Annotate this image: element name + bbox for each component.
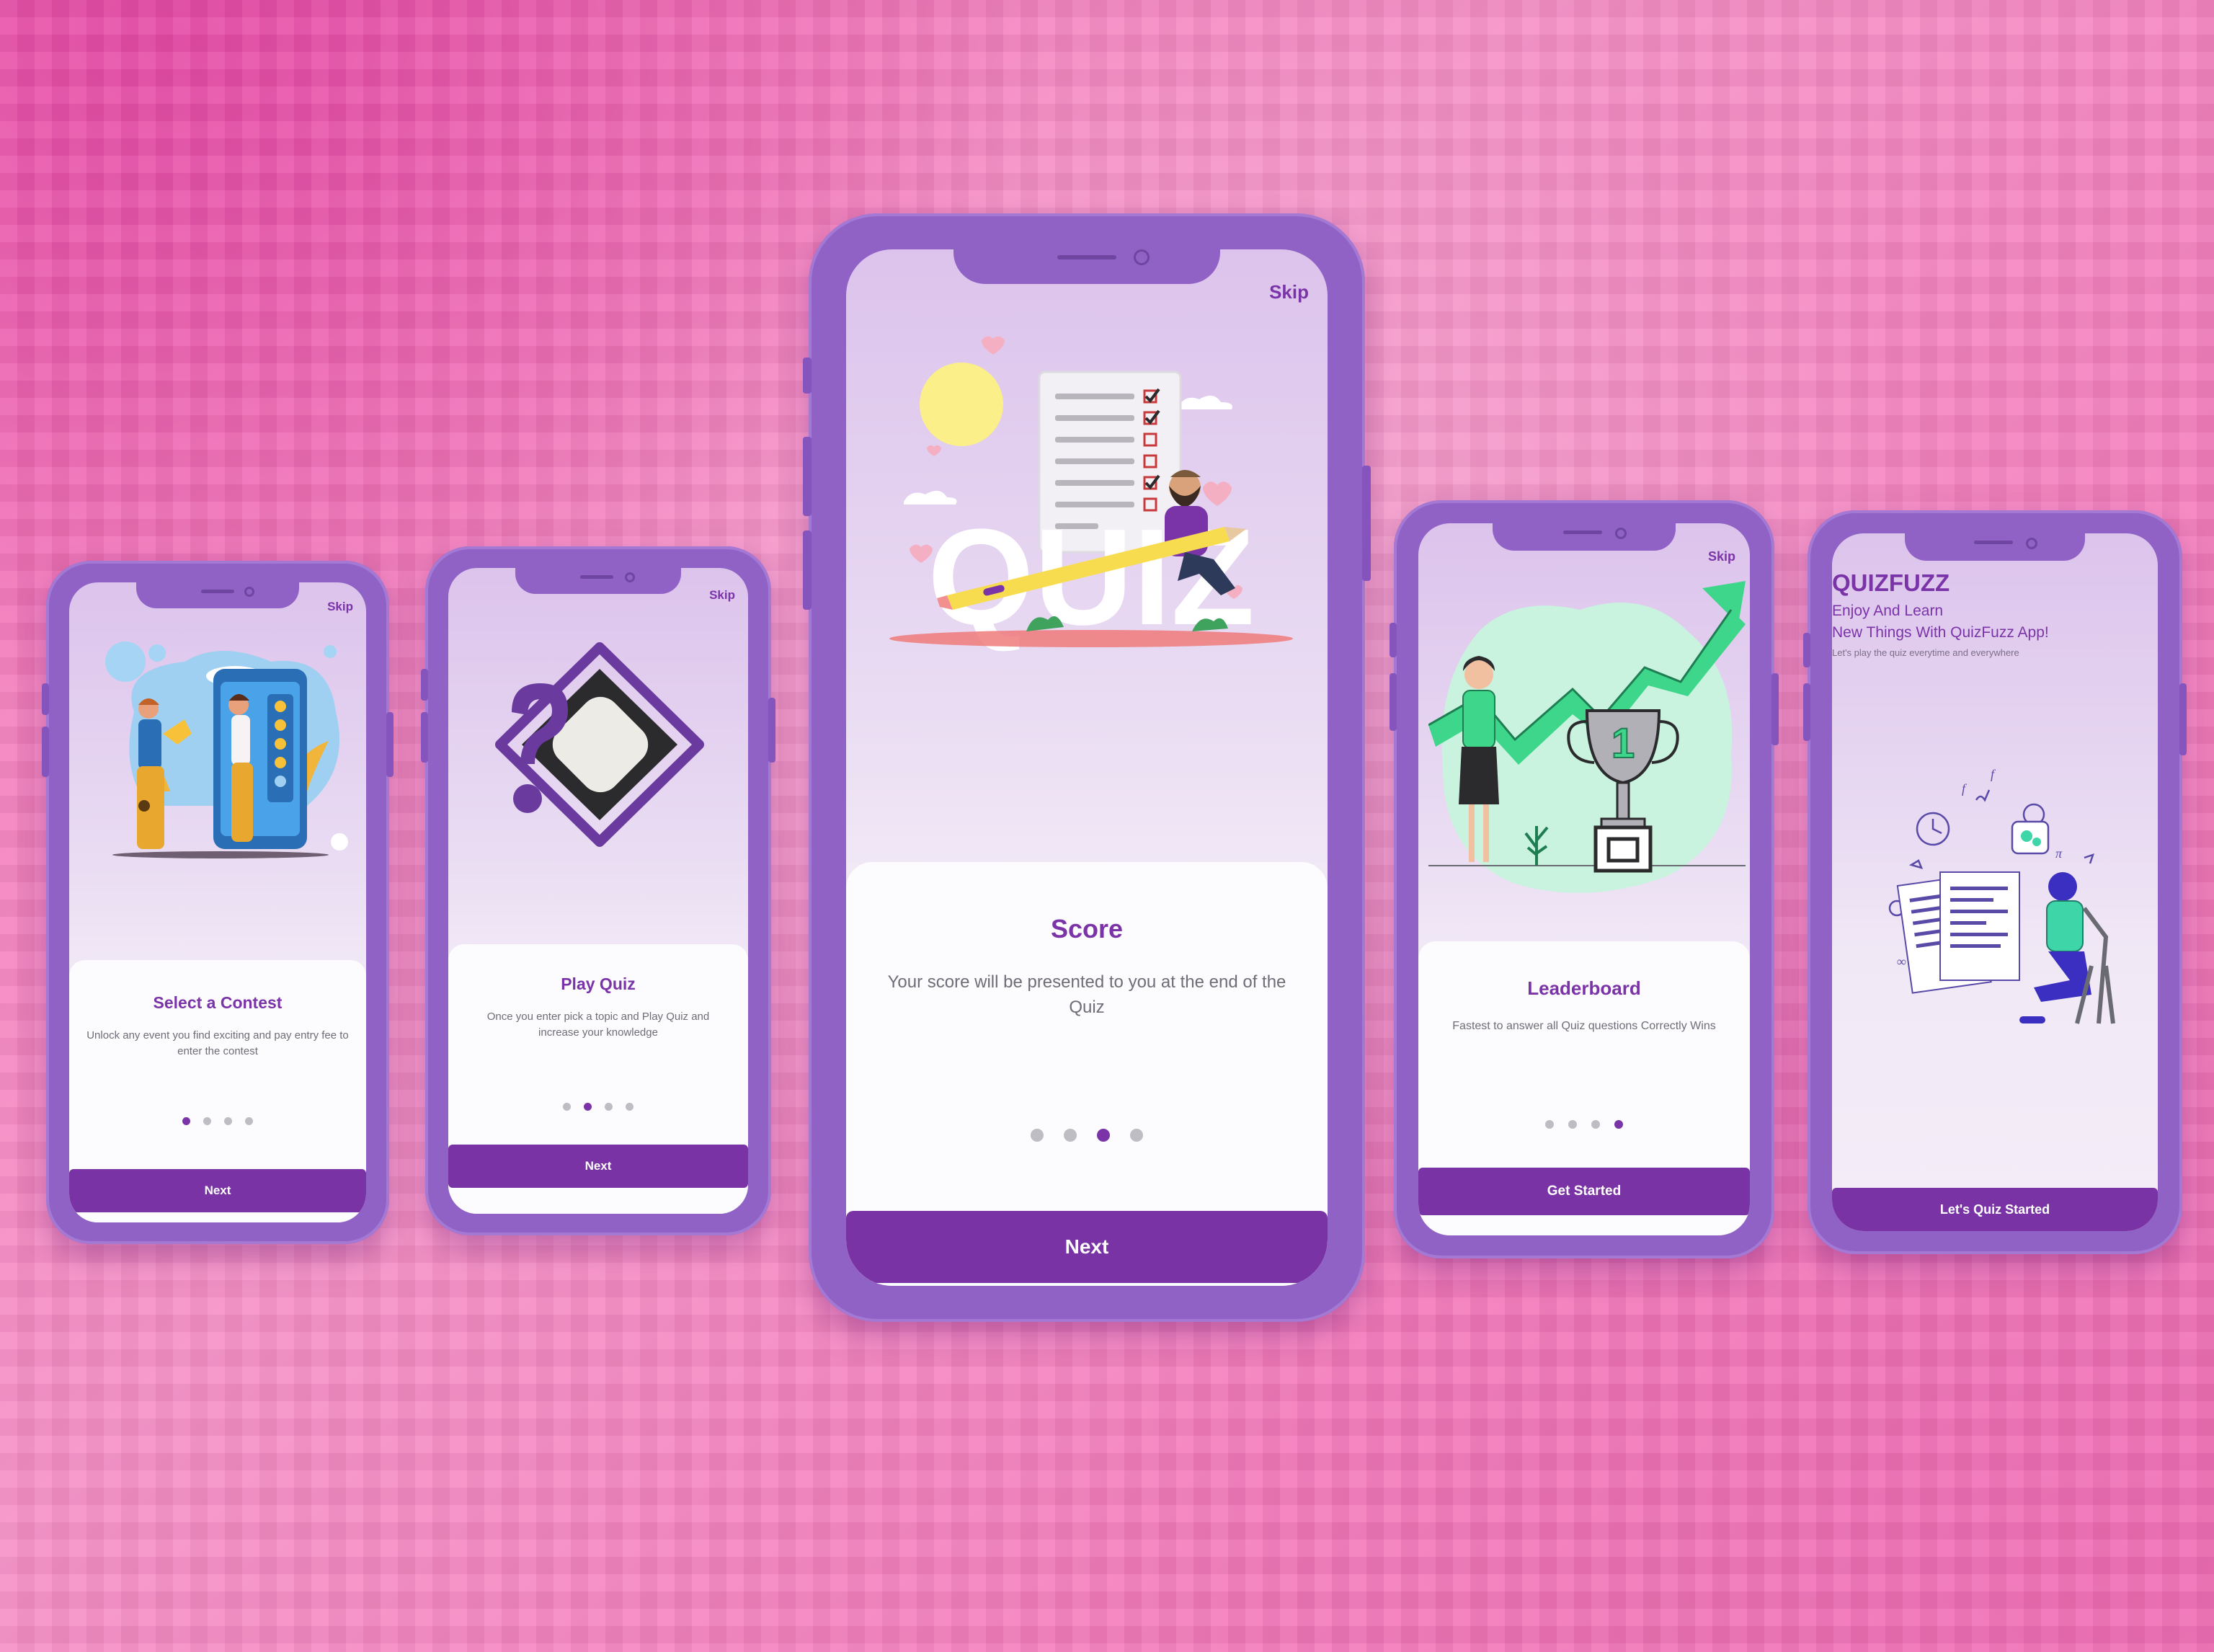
tagline-primary: Enjoy And Learn	[1832, 603, 1944, 619]
page-dot	[1568, 1120, 1577, 1129]
phone-volume-button	[1390, 673, 1397, 731]
page-dot	[224, 1117, 232, 1125]
skip-link[interactable]: Skip	[1708, 549, 1735, 564]
page-dot	[563, 1103, 571, 1111]
phone-select-contest: Skip Select a Contest Unlock any event y…	[42, 561, 394, 1244]
phone-volume-button	[803, 358, 812, 394]
card-title: Score	[1050, 914, 1124, 943]
tagline-caption: Let's play the quiz everytime and everyw…	[1832, 647, 2019, 658]
phone-leaderboard: Skip 1 Leaderboard Fastest to answer all…	[1390, 500, 1779, 1258]
page-dot	[1031, 1129, 1044, 1142]
page-dot-active	[182, 1117, 190, 1125]
quiz-checklist-pencil-illustration: QUIZ	[889, 336, 1293, 654]
phone-volume-button	[42, 683, 49, 715]
phone-score: Skip QUIZ Score Your score will be prese…	[803, 213, 1371, 1322]
app-brand-title: QUIZFUZZ	[1832, 569, 1950, 596]
phone-screen: Skip Play Quiz Once you enter pick a top…	[448, 568, 748, 1214]
page-dot	[1591, 1120, 1600, 1129]
phone-notch	[1905, 533, 2085, 561]
phone-volume-button	[42, 727, 49, 777]
trophy-growth-chart-illustration: 1	[1428, 581, 1746, 893]
page-indicator	[1418, 1120, 1750, 1129]
card-title: Select a Contest	[153, 993, 283, 1012]
tagline-secondary: New Things With QuizFuzz App!	[1832, 624, 2049, 641]
phone-welcome: QUIZFUZZ Enjoy And Learn New Things With…	[1803, 510, 2187, 1254]
card-title: Leaderboard	[1527, 977, 1641, 999]
onboarding-card: Select a Contest Unlock any event you fi…	[69, 960, 366, 1222]
phone-screen: QUIZFUZZ Enjoy And Learn New Things With…	[1832, 533, 2158, 1231]
phone-power-button	[2179, 683, 2187, 755]
card-title: Play Quiz	[561, 974, 636, 993]
page-dot-active	[1614, 1120, 1623, 1129]
phone-power-button	[1362, 466, 1371, 581]
phone-power-button	[386, 712, 394, 777]
phone-screen: Skip QUIZ Score Your score will be prese…	[846, 249, 1328, 1286]
phone-volume-button	[421, 669, 428, 701]
phone-power-button	[1771, 673, 1779, 745]
page-dot-active	[1097, 1129, 1110, 1142]
phone-volume-button	[1803, 633, 1810, 667]
phone-play-quiz: Skip Play Quiz Once you enter pick a top…	[421, 546, 775, 1235]
page-indicator	[448, 1103, 748, 1111]
page-indicator	[846, 1129, 1328, 1142]
skip-link[interactable]: Skip	[1269, 281, 1309, 303]
phone-volume-button	[1390, 623, 1397, 657]
card-description: Fastest to answer all Quiz questions Cor…	[1452, 1020, 1716, 1032]
phone-screen: Skip Select a Contest Unlock any event y…	[69, 582, 366, 1222]
card-description: Unlock any event you find exciting and p…	[86, 1029, 349, 1057]
page-dot	[626, 1103, 633, 1111]
card-description: Once you enter pick a topic and Play Qui…	[486, 1011, 710, 1039]
onboarding-card: Score Your score will be presented to yo…	[846, 862, 1328, 1286]
phone-volume-button	[421, 712, 428, 763]
phone-notch	[515, 568, 681, 594]
page-dot	[605, 1103, 613, 1111]
skip-link[interactable]: Skip	[709, 588, 735, 603]
page-dot	[1064, 1129, 1077, 1142]
next-button[interactable]: Next	[448, 1145, 748, 1188]
phone-volume-button	[803, 437, 812, 516]
phone-power-button	[768, 698, 775, 763]
page-dot	[245, 1117, 253, 1125]
onboarding-card: Play Quiz Once you enter pick a topic an…	[448, 944, 748, 1214]
people-rating-phone-illustration	[105, 641, 348, 858]
trophy-number: 1	[1611, 720, 1635, 767]
card-description: Your score will be presented to you at t…	[887, 972, 1286, 1017]
onboarding-card: Leaderboard Fastest to answer all Quiz q…	[1418, 941, 1750, 1235]
next-button[interactable]: Next	[69, 1169, 366, 1212]
get-started-button[interactable]: Get Started	[1418, 1168, 1750, 1215]
skip-link[interactable]: Skip	[327, 600, 353, 614]
page-dot	[203, 1117, 211, 1125]
page-dot-active	[584, 1103, 592, 1111]
svg-text:f: f	[1962, 781, 1968, 796]
question-mark-frame-illustration	[495, 642, 704, 847]
next-button[interactable]: Next	[846, 1211, 1328, 1283]
svg-text:∞: ∞	[1897, 954, 1906, 969]
student-studying-math-illustration: f f π ∞	[1888, 767, 2115, 1024]
lets-quiz-started-button[interactable]: Let's Quiz Started	[1832, 1188, 2158, 1231]
phone-notch	[953, 249, 1220, 284]
phone-screen: Skip 1 Leaderboard Fastest to answer all…	[1418, 523, 1750, 1235]
phone-volume-button	[1803, 683, 1810, 741]
page-indicator	[69, 1117, 366, 1125]
phone-volume-button	[803, 530, 812, 610]
page-dot	[1545, 1120, 1554, 1129]
phone-notch	[136, 582, 299, 608]
svg-text:f: f	[1991, 767, 1996, 781]
phone-notch	[1493, 523, 1676, 551]
page-dot	[1130, 1129, 1143, 1142]
svg-text:π: π	[2055, 846, 2063, 861]
